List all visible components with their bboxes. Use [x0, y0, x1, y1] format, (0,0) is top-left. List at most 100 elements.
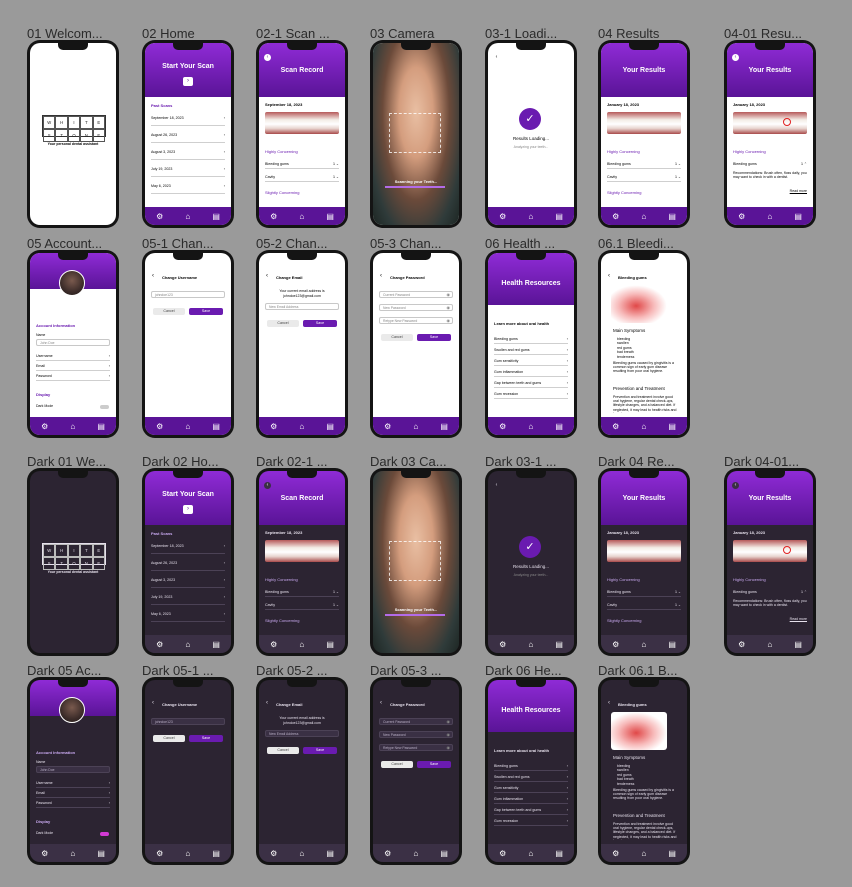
home-icon[interactable]: ⌂ [299, 422, 304, 431]
gear-icon[interactable]: ⚙ [270, 849, 277, 858]
health-topic-row[interactable]: Gap between teeth and gums › [494, 378, 568, 388]
gear-icon[interactable]: ⚙ [612, 640, 619, 649]
concern-row[interactable]: Cavity 1 ⌄ [607, 172, 681, 182]
gear-icon[interactable]: ⚙ [499, 849, 506, 858]
gear-icon[interactable]: ⚙ [738, 212, 745, 221]
cancel-button[interactable]: Cancel [267, 747, 299, 754]
password-field[interactable]: Retype New Password [379, 744, 453, 751]
home-icon[interactable]: ⌂ [528, 422, 533, 431]
read-more-link[interactable]: Read more [790, 189, 807, 193]
gear-icon[interactable]: ⚙ [384, 849, 391, 858]
results-icon[interactable]: ▤ [212, 849, 220, 858]
concern-row[interactable]: Bleeding gums 1 ⌄ [265, 159, 339, 169]
avatar[interactable] [59, 270, 85, 296]
results-icon[interactable]: ▤ [794, 212, 802, 221]
password-field[interactable]: New Password [379, 304, 453, 311]
start-scan-button[interactable]: › [183, 505, 193, 514]
back-icon[interactable]: ‹ [380, 273, 382, 279]
past-scan-row[interactable]: May 6, 2023 › [151, 179, 225, 194]
health-topic-row[interactable]: Gum recession › [494, 389, 568, 399]
gear-icon[interactable]: ⚙ [156, 640, 163, 649]
home-icon[interactable]: ⌂ [528, 849, 533, 858]
username-field[interactable]: johndoe123 [151, 291, 225, 298]
save-button[interactable]: Save [417, 761, 451, 768]
results-icon[interactable]: ▤ [794, 640, 802, 649]
concern-dropdown[interactable]: 1 ⌄ [675, 590, 681, 594]
account-row[interactable]: Email › [36, 788, 110, 798]
concern-row[interactable]: Bleeding gums 1 ⌄ [607, 159, 681, 169]
results-icon[interactable]: ▤ [668, 640, 676, 649]
concern-dropdown[interactable]: 1 ⌄ [675, 162, 681, 166]
concern-dropdown[interactable]: 1 ⌄ [333, 603, 339, 607]
health-topic-row[interactable]: Swollen and red gums › [494, 345, 568, 355]
gear-icon[interactable]: ⚙ [612, 422, 619, 431]
back-icon[interactable]: ‹ [266, 273, 268, 279]
home-icon[interactable]: ⌂ [641, 849, 646, 858]
health-topic-row[interactable]: Gum inflammation › [494, 794, 568, 804]
home-icon[interactable]: ⌂ [185, 422, 190, 431]
gear-icon[interactable]: ⚙ [270, 422, 277, 431]
concern-row[interactable]: Bleeding gums 1 ⌃ [733, 159, 807, 169]
health-topic-row[interactable]: Swollen and red gums › [494, 772, 568, 782]
home-icon[interactable]: ⌂ [299, 640, 304, 649]
account-row[interactable]: Password › [36, 798, 110, 808]
gear-icon[interactable]: ⚙ [156, 849, 163, 858]
health-topic-row[interactable]: Bleeding gums › [494, 334, 568, 344]
password-field[interactable]: Retype New Password [379, 317, 453, 324]
username-field[interactable]: johndoe123 [151, 718, 225, 725]
save-button[interactable]: Save [303, 747, 337, 754]
results-icon[interactable]: ▤ [668, 849, 676, 858]
eye-icon[interactable]: ◉ [447, 718, 451, 725]
home-icon[interactable]: ⌂ [413, 422, 418, 431]
eye-icon[interactable]: ◉ [447, 317, 451, 324]
results-icon[interactable]: ▤ [555, 849, 563, 858]
past-scan-row[interactable]: May 6, 2023 › [151, 607, 225, 622]
home-icon[interactable]: ⌂ [299, 212, 304, 221]
health-topic-row[interactable]: Gum sensitivity › [494, 783, 568, 793]
name-field[interactable]: John Doe [36, 339, 110, 346]
eye-icon[interactable]: ◉ [447, 731, 451, 738]
account-row[interactable]: Email › [36, 361, 110, 371]
past-scan-row[interactable]: August 26, 2023 › [151, 556, 225, 571]
home-icon[interactable]: ⌂ [641, 422, 646, 431]
concern-dropdown[interactable]: 1 ⌄ [333, 162, 339, 166]
concern-dropdown[interactable]: 1 ⌄ [675, 175, 681, 179]
back-icon[interactable]: ‹ [152, 273, 154, 279]
health-topic-row[interactable]: Gap between teeth and gums › [494, 805, 568, 815]
results-icon[interactable]: ▤ [555, 422, 563, 431]
results-icon[interactable]: ▤ [555, 640, 563, 649]
back-icon[interactable]: ‹ [608, 700, 610, 706]
gear-icon[interactable]: ⚙ [499, 212, 506, 221]
home-icon[interactable]: ⌂ [70, 422, 75, 431]
back-icon[interactable]: ‹ [732, 54, 739, 61]
gear-icon[interactable]: ⚙ [41, 849, 48, 858]
results-icon[interactable]: ▤ [212, 640, 220, 649]
back-icon[interactable]: ‹ [264, 54, 271, 61]
concern-row[interactable]: Cavity 1 ⌄ [265, 600, 339, 610]
results-icon[interactable]: ▤ [97, 849, 105, 858]
new-email-field[interactable]: New Email Address [265, 730, 339, 737]
save-button[interactable]: Save [189, 735, 223, 742]
password-field[interactable]: Current Password [379, 718, 453, 725]
gear-icon[interactable]: ⚙ [384, 422, 391, 431]
results-icon[interactable]: ▤ [326, 212, 334, 221]
back-icon[interactable]: ‹ [380, 700, 382, 706]
cancel-button[interactable]: Cancel [381, 334, 413, 341]
past-scan-row[interactable]: August 26, 2023 › [151, 128, 225, 143]
password-field[interactable]: Current Password [379, 291, 453, 298]
dark-mode-toggle[interactable] [100, 832, 109, 836]
results-icon[interactable]: ▤ [212, 212, 220, 221]
home-icon[interactable]: ⌂ [528, 640, 533, 649]
gear-icon[interactable]: ⚙ [270, 212, 277, 221]
gear-icon[interactable]: ⚙ [612, 849, 619, 858]
past-scan-row[interactable]: July 19, 2023 › [151, 162, 225, 177]
gear-icon[interactable]: ⚙ [270, 640, 277, 649]
back-icon[interactable]: ‹ [493, 482, 500, 489]
results-icon[interactable]: ▤ [212, 422, 220, 431]
start-scan-button[interactable]: › [183, 77, 193, 86]
save-button[interactable]: Save [303, 320, 337, 327]
read-more-link[interactable]: Read more [790, 617, 807, 621]
gear-icon[interactable]: ⚙ [41, 422, 48, 431]
concern-row[interactable]: Cavity 1 ⌄ [607, 600, 681, 610]
concern-row[interactable]: Bleeding gums 1 ⌃ [733, 587, 807, 597]
